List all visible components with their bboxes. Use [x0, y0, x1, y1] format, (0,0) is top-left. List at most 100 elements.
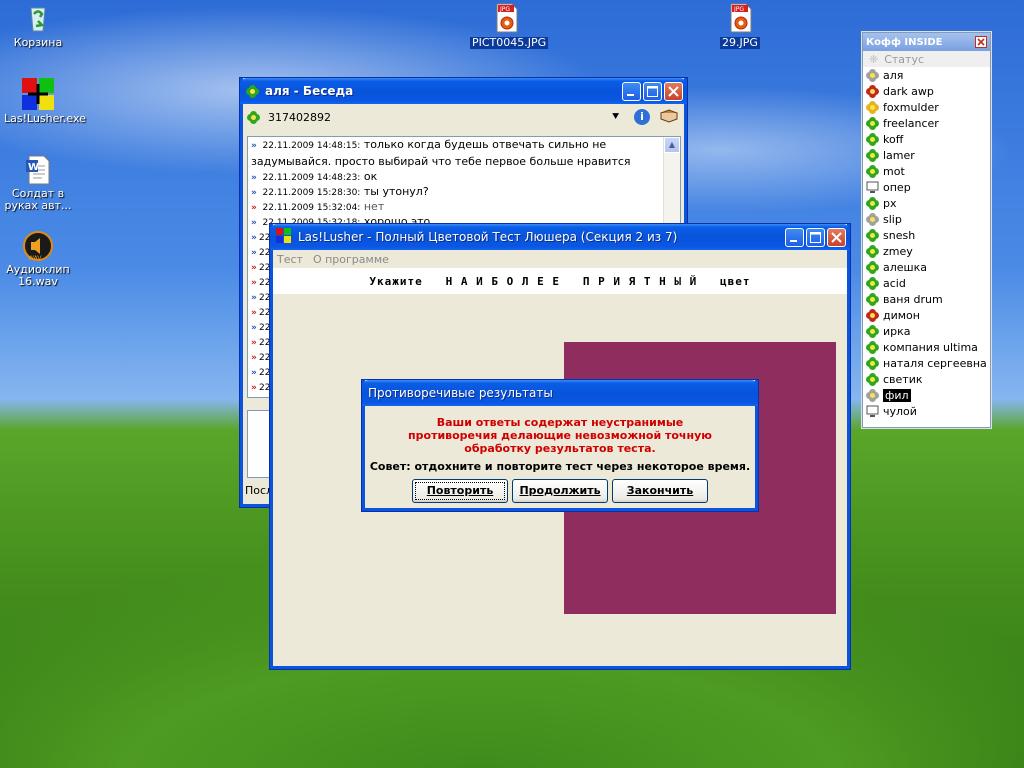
maximize-button[interactable] [643, 81, 662, 101]
continue-button[interactable]: Продолжить [512, 479, 608, 503]
jpg-file-icon: JPG [490, 2, 522, 34]
recycle-bin-icon [22, 2, 54, 34]
status-clover-icon [866, 372, 879, 386]
status-clover-icon [866, 132, 879, 146]
message-row: » 22.11.2009 15:32:04: нет [248, 199, 662, 214]
contact-name: px [883, 196, 897, 210]
status-clover-icon [866, 212, 879, 226]
dialog-title-bar[interactable]: Противоречивые результаты [362, 380, 758, 406]
contact-item[interactable]: алешка [863, 259, 990, 275]
status-clover-icon [866, 292, 879, 306]
contact-name: наталя сергеевна [883, 356, 987, 370]
contact-item[interactable]: димон [863, 307, 990, 323]
contact-item[interactable]: foxmulder [863, 99, 990, 115]
chevron-down-icon[interactable]: ⯆ [611, 110, 620, 124]
dialog-message: Ваши ответы содержат неустранимые против… [408, 416, 712, 455]
contradiction-dialog: Противоречивые результаты Ваши ответы со… [362, 380, 758, 511]
contact-name: светик [883, 372, 923, 386]
close-button[interactable] [664, 81, 683, 101]
status-clover-icon [866, 388, 879, 402]
icq-flower-icon [246, 84, 259, 98]
computer-icon [866, 405, 879, 418]
svg-text:JPG: JPG [499, 6, 510, 13]
contact-item[interactable]: фил [863, 387, 990, 403]
maximize-button[interactable] [806, 227, 825, 247]
contact-item[interactable]: чулой [863, 403, 990, 419]
contact-item[interactable]: светик [863, 371, 990, 387]
incoming-arrow-icon: » [251, 141, 257, 151]
contact-name: опер [883, 180, 911, 194]
contact-item[interactable]: опер [863, 179, 990, 195]
status-clover-icon [866, 260, 879, 274]
menu-about[interactable]: О программе [313, 253, 389, 266]
desktop-icon-29-jpg[interactable]: JPG 29.JPG [704, 2, 776, 49]
contact-name: фил [883, 388, 911, 402]
message-row: » 22.11.2009 14:48:15: только когда буде… [251, 138, 631, 168]
computer-icon [866, 181, 879, 194]
dialog-title: Противоречивые результаты [368, 386, 553, 400]
contact-name: zmey [883, 244, 913, 258]
desktop-icon-laslusher-exe[interactable]: Las!Lusher.exe [2, 78, 86, 125]
contact-status-icon [247, 110, 260, 124]
contact-item[interactable]: компания ultima [863, 339, 990, 355]
info-icon[interactable]: i [634, 109, 650, 125]
history-book-icon[interactable] [659, 108, 679, 126]
desktop-icon-label: Las!Lusher.exe [4, 112, 86, 125]
contact-list-title: Кофф INSIDE [866, 36, 943, 48]
status-label: Статус [884, 52, 925, 66]
dialog-advice: Совет: отдохните и повторите тест через … [369, 460, 751, 473]
contacts: аля dark awp foxmulder freelancer koff lamer m… [863, 67, 990, 419]
contact-item[interactable]: acid [863, 275, 990, 291]
contact-item[interactable]: lamer [863, 147, 990, 163]
contact-name: freelancer [883, 116, 939, 130]
status-clover-icon [866, 196, 879, 210]
desktop-icon-label: Солдат в руках авт... [4, 187, 72, 212]
contact-item[interactable]: ирка [863, 323, 990, 339]
contact-name: чулой [883, 404, 917, 418]
jpg-file-icon: JPG [724, 2, 756, 34]
contact-item[interactable]: наталя сергеевна [863, 355, 990, 371]
status-clover-icon [866, 100, 879, 114]
contact-item[interactable]: slip [863, 211, 990, 227]
contact-item[interactable]: px [863, 195, 990, 211]
contact-uin: 317402892 [268, 110, 331, 124]
desktop-icon-pict0045-jpg[interactable]: JPG PICT0045.JPG [470, 2, 549, 49]
contact-item[interactable]: аля [863, 67, 990, 83]
contact-name: ирка [883, 324, 911, 338]
instruction-text: Укажите Н А И Б О Л Е Е П Р И Я Т Н Ы Й … [369, 274, 751, 288]
contact-item[interactable]: zmey [863, 243, 990, 259]
svg-text:JPG: JPG [733, 6, 744, 13]
desktop-icon-audio-wav[interactable]: WAV Аудиоклип 16.wav [2, 230, 74, 288]
desktop-icon-recycle-bin[interactable]: Корзина [2, 2, 74, 49]
close-button[interactable] [827, 227, 846, 247]
contact-item[interactable]: freelancer [863, 115, 990, 131]
minimize-button[interactable] [622, 81, 641, 101]
word-document-icon: W [22, 154, 54, 186]
status-icon: ❈ [869, 52, 879, 66]
status-clover-icon [866, 340, 879, 354]
contact-item[interactable]: koff [863, 131, 990, 147]
contact-list-title-bar[interactable]: Кофф INSIDE [863, 33, 990, 51]
chat-window-title: аля - Беседа [265, 84, 354, 98]
retry-button[interactable]: Повторить [412, 479, 508, 503]
finish-button[interactable]: Закончить [612, 479, 708, 503]
chat-title-bar[interactable]: аля - Беседа [240, 78, 687, 104]
desktop-icon-label: 29.JPG [720, 36, 760, 49]
status-clover-icon [866, 356, 879, 370]
contact-name: mot [883, 164, 905, 178]
minimize-button[interactable] [785, 227, 804, 247]
contact-item[interactable]: ваня drum [863, 291, 990, 307]
contact-name: ваня drum [883, 292, 943, 306]
lusher-title-bar[interactable]: Las!Lusher - Полный Цветовой Тест Люшера… [270, 224, 850, 250]
contact-item[interactable]: snesh [863, 227, 990, 243]
desktop-icon-word-doc[interactable]: W Солдат в руках авт... [2, 154, 74, 212]
dialog-buttons: Повторить Продолжить Закончить [365, 479, 755, 503]
contact-item[interactable]: dark awp [863, 83, 990, 99]
menu-test[interactable]: Тест [277, 253, 303, 266]
lusher-window-title: Las!Lusher - Полный Цветовой Тест Люшера… [298, 230, 678, 244]
close-button[interactable] [975, 36, 987, 48]
contact-item[interactable]: mot [863, 163, 990, 179]
contact-name: slip [883, 212, 902, 226]
status-selector[interactable]: ❈ Статус [863, 51, 990, 67]
scroll-up-button[interactable]: ▲ [664, 137, 680, 153]
